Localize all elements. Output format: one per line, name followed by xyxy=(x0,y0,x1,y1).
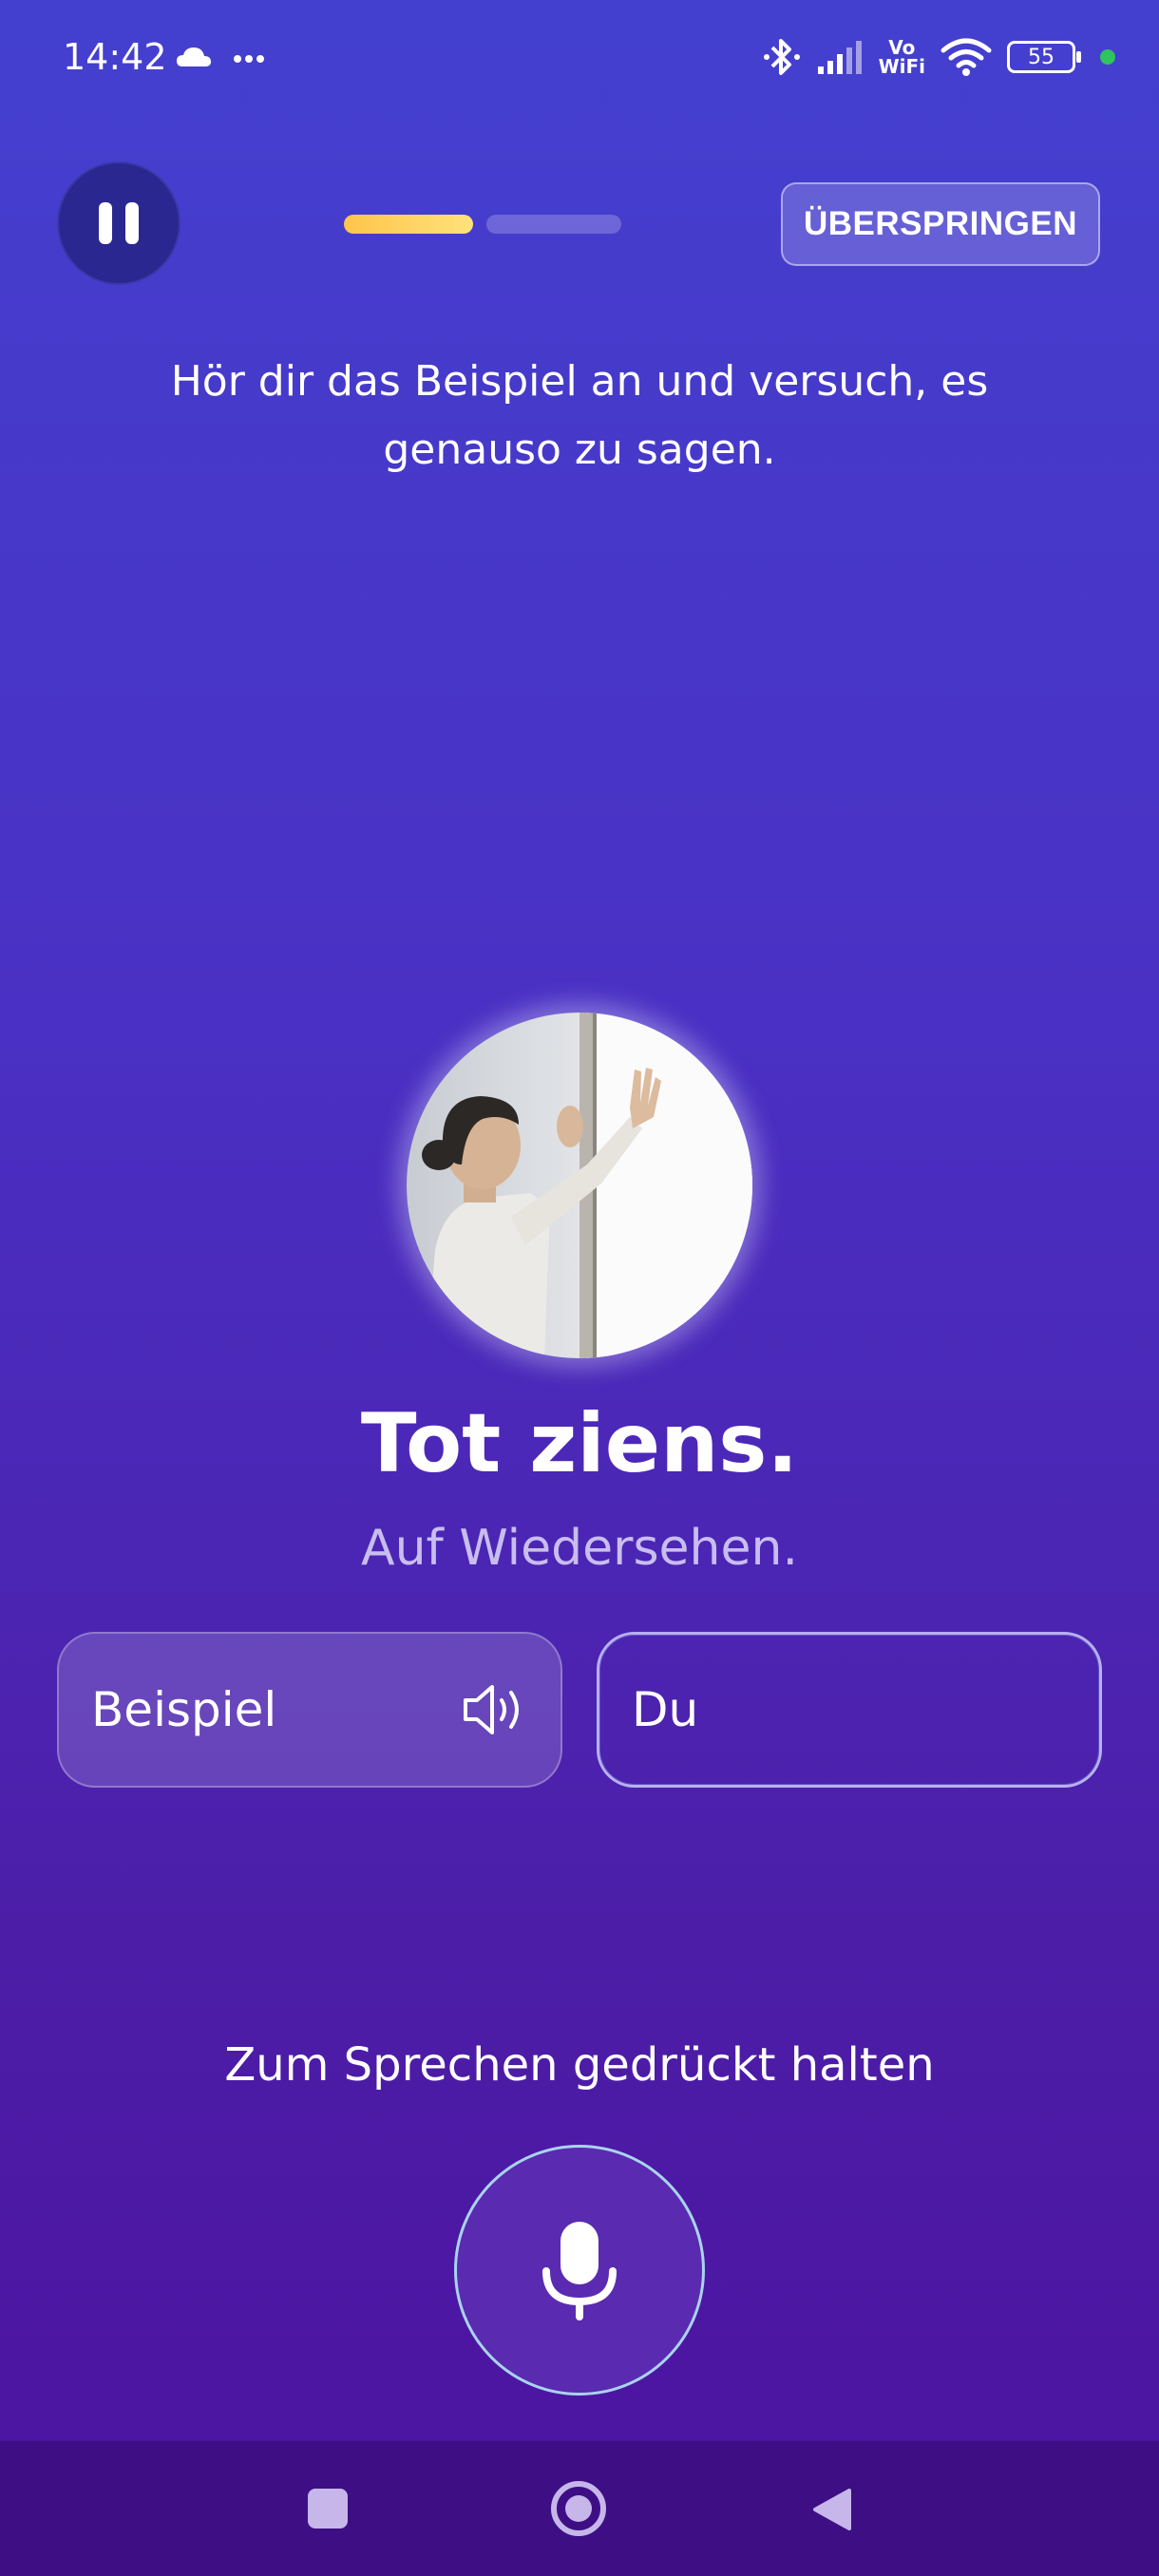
vowifi-bottom: WiFi xyxy=(878,55,925,78)
wifi-icon xyxy=(940,38,992,76)
battery-level: 55 xyxy=(1028,45,1054,69)
speaker-icon xyxy=(464,1685,519,1734)
recent-apps-icon[interactable] xyxy=(308,2489,348,2529)
user-recording-card[interactable]: Du xyxy=(597,1632,1102,1788)
pause-button[interactable] xyxy=(57,161,180,285)
home-icon[interactable] xyxy=(551,2481,606,2536)
progress-segment-completed xyxy=(344,215,473,234)
signal-icon xyxy=(817,41,862,74)
phrase-text: Tot ziens. xyxy=(360,1396,799,1491)
progress-segment-remaining xyxy=(486,215,621,234)
back-icon[interactable] xyxy=(809,2487,853,2532)
status-right-icons: Vo WiFi 55 xyxy=(763,34,1115,80)
pause-icon-bar-left xyxy=(99,202,112,244)
hold-to-speak-label: Zum Sprechen gedrückt halten xyxy=(224,2038,935,2092)
microphone-icon xyxy=(542,2222,617,2320)
instruction-text: Hör dir das Beispiel an und versuch, es … xyxy=(170,357,989,474)
privacy-indicator-dot xyxy=(1100,49,1115,65)
home-icon-inner xyxy=(565,2495,592,2522)
status-left-icons xyxy=(177,47,264,66)
you-label: Du xyxy=(632,1682,699,1737)
example-audio-card[interactable]: Beispiel xyxy=(57,1632,562,1788)
cloud-icon xyxy=(177,47,211,66)
example-label: Beispiel xyxy=(91,1682,277,1737)
microphone-button[interactable] xyxy=(454,2145,705,2396)
status-time: 14:42 xyxy=(63,36,167,78)
vowifi-icon: Vo WiFi xyxy=(879,38,925,76)
bluetooth-icon xyxy=(763,39,800,75)
battery-icon: 55 xyxy=(1007,41,1081,73)
lesson-illustration xyxy=(407,1013,752,1358)
vowifi-top: Vo xyxy=(888,36,916,59)
pause-icon-bar-right xyxy=(125,202,139,244)
more-dots-icon xyxy=(234,55,264,63)
skip-button[interactable]: ÜBERSPRINGEN xyxy=(781,182,1100,266)
translation-text: Auf Wiedersehen. xyxy=(361,1520,798,1577)
